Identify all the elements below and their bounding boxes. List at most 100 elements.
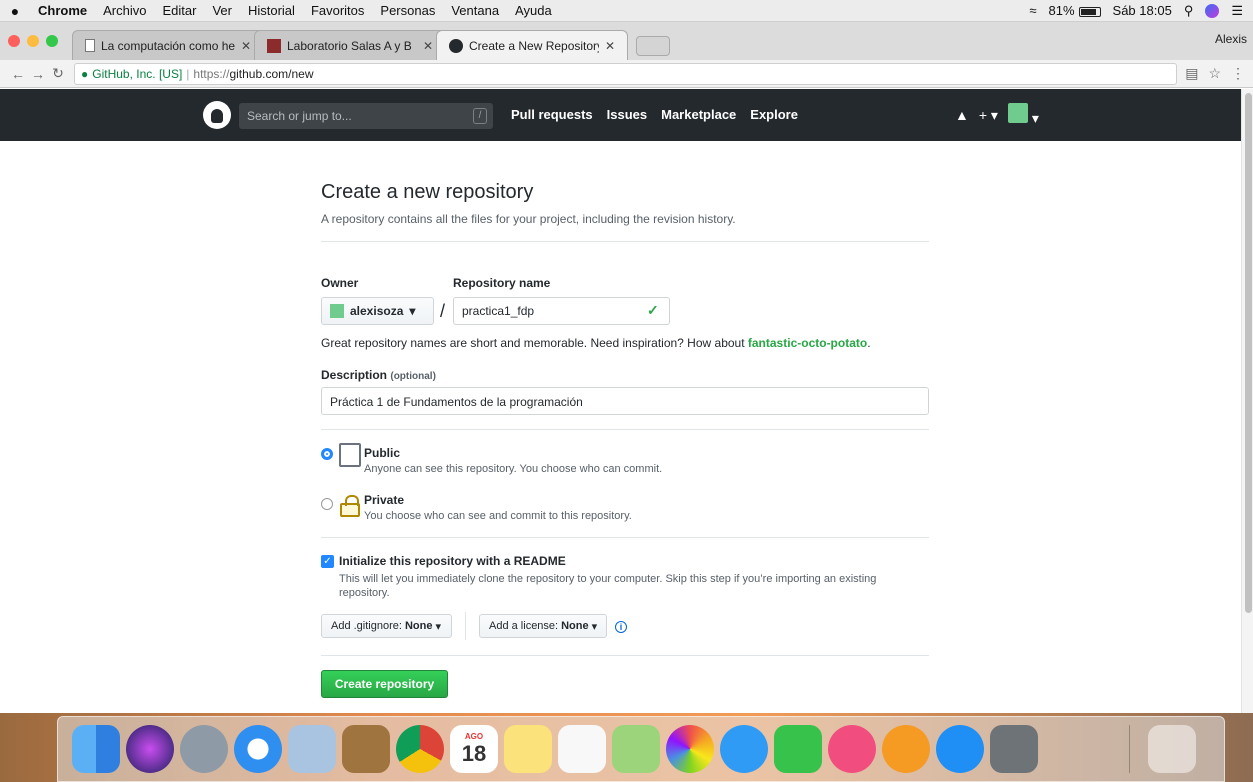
siri-icon[interactable] — [126, 725, 174, 773]
launchpad-icon[interactable] — [180, 725, 228, 773]
reload-icon[interactable]: ↻ — [48, 65, 68, 82]
menu-app-name[interactable]: Chrome — [30, 3, 95, 18]
menu-ayuda[interactable]: Ayuda — [507, 3, 560, 18]
page-scrollbar[interactable] — [1241, 89, 1253, 713]
close-tab-icon[interactable]: ✕ — [241, 39, 251, 53]
search-input[interactable]: Search or jump to... / — [239, 103, 493, 129]
clock[interactable]: Sáb 18:05 — [1113, 3, 1172, 18]
reminders-icon[interactable] — [558, 725, 606, 773]
zoom-window-icon[interactable] — [46, 35, 58, 47]
menu-favoritos[interactable]: Favoritos — [303, 3, 372, 18]
calendar-icon[interactable]: AGO 18 — [450, 725, 498, 773]
page-title: Create a new repository — [321, 181, 534, 203]
repository-name-input[interactable]: practica1_fdp — [453, 297, 670, 325]
ibooks-icon[interactable] — [882, 725, 930, 773]
close-window-icon[interactable] — [8, 35, 20, 47]
close-tab-icon[interactable]: ✕ — [423, 39, 433, 53]
nav-pull-requests[interactable]: Pull requests — [511, 107, 593, 122]
profile-name[interactable]: Alexis — [1215, 32, 1247, 46]
private-radio[interactable] — [321, 498, 333, 510]
description-input[interactable]: Práctica 1 de Fundamentos de la programa… — [321, 387, 929, 415]
create-repository-button[interactable]: Create repository — [321, 670, 448, 698]
description-optional: (optional) — [390, 371, 436, 382]
photos-icon[interactable] — [666, 725, 714, 773]
readme-title: Initialize this repository with a README — [339, 554, 566, 568]
divider — [465, 612, 466, 640]
bookmark-star-icon[interactable]: ☆ — [1208, 65, 1221, 82]
spotlight-search-icon[interactable]: ⚲ — [1184, 3, 1194, 19]
owner-label: Owner — [321, 276, 359, 290]
tab-laboratorio[interactable]: Laboratorio Salas A y B ✕ — [254, 30, 446, 60]
calendar-day: 18 — [461, 740, 487, 766]
notes-icon[interactable] — [504, 725, 552, 773]
close-tab-icon[interactable]: ✕ — [605, 39, 615, 53]
github-nav: Pull requests Issues Marketplace Explore — [511, 107, 798, 122]
github-favicon-icon — [449, 38, 463, 53]
chrome-icon[interactable] — [396, 725, 444, 773]
public-radio[interactable] — [321, 448, 333, 460]
app-store-icon[interactable] — [936, 725, 984, 773]
messages-icon[interactable] — [720, 725, 768, 773]
safari-icon[interactable] — [234, 725, 282, 773]
divider — [321, 655, 929, 656]
chrome-menu-icon[interactable]: ⋮ — [1231, 65, 1245, 82]
trash-icon[interactable] — [1148, 725, 1196, 773]
divider — [321, 241, 929, 242]
system-preferences-icon[interactable] — [990, 725, 1038, 773]
readme-checkbox[interactable]: ✓ — [321, 555, 334, 568]
address-bar[interactable]: ● GitHub, Inc. [US] | https://github.com… — [74, 62, 1178, 85]
github-header-actions: ▲ + ▾ ▾ — [955, 103, 1039, 127]
license-select[interactable]: Add a license: None ▾ — [479, 614, 607, 638]
battery-status[interactable]: 81% — [1049, 3, 1101, 18]
gitignore-select[interactable]: Add .gitignore: None ▾ — [321, 614, 452, 638]
wifi-icon[interactable]: ≈ — [1029, 3, 1036, 18]
nav-marketplace[interactable]: Marketplace — [661, 107, 736, 122]
bell-icon[interactable]: ▲ — [955, 107, 969, 123]
plus-dropdown-icon[interactable]: + ▾ — [979, 107, 998, 124]
apple-menu-icon[interactable]: ● — [0, 3, 30, 19]
translate-icon[interactable]: ▤ — [1185, 65, 1198, 82]
name-suggestion[interactable]: fantastic-octo-potato — [748, 336, 867, 350]
notebook-icon[interactable] — [342, 725, 390, 773]
menu-ventana[interactable]: Ventana — [443, 3, 507, 18]
finder-icon[interactable] — [72, 725, 120, 773]
maps-icon[interactable] — [612, 725, 660, 773]
nav-issues[interactable]: Issues — [607, 107, 647, 122]
forward-arrow-icon[interactable]: → — [28, 66, 48, 82]
page-subtitle: A repository contains all the files for … — [321, 212, 736, 226]
dock-separator — [1129, 725, 1130, 773]
description-label: Description (optional) — [321, 368, 436, 382]
lock-icon — [340, 495, 360, 517]
mail-icon[interactable] — [288, 725, 336, 773]
info-icon[interactable]: i — [615, 621, 627, 633]
facetime-icon[interactable] — [774, 725, 822, 773]
tab-create-repository[interactable]: Create a New Repository ✕ — [436, 30, 628, 60]
scrollbar-thumb[interactable] — [1245, 93, 1252, 613]
tab-computacion[interactable]: La computación como herrami ✕ — [72, 30, 264, 60]
readme-description: This will let you immediately clone the … — [339, 573, 877, 599]
chevron-down-icon: ▾ — [591, 620, 598, 633]
search-placeholder: Search or jump to... — [247, 109, 352, 123]
notification-center-icon[interactable]: ☰ — [1231, 3, 1243, 19]
back-arrow-icon[interactable]: ← — [8, 66, 28, 82]
github-logo-icon[interactable] — [203, 101, 231, 129]
menu-ver[interactable]: Ver — [204, 3, 240, 18]
owner-value: alexisoza — [350, 304, 404, 318]
user-menu[interactable]: ▾ — [1007, 103, 1039, 127]
menu-archivo[interactable]: Archivo — [95, 3, 154, 18]
menu-personas[interactable]: Personas — [372, 3, 443, 18]
lock-icon: ● — [81, 66, 89, 81]
minimize-window-icon[interactable] — [27, 35, 39, 47]
hint-suffix: . — [867, 336, 871, 350]
new-tab-button[interactable] — [636, 36, 670, 56]
repo-icon — [339, 443, 361, 467]
menu-editar[interactable]: Editar — [154, 3, 204, 18]
itunes-icon[interactable] — [828, 725, 876, 773]
menu-historial[interactable]: Historial — [240, 3, 303, 18]
tab-title: La computación como herrami — [101, 38, 235, 53]
nav-explore[interactable]: Explore — [750, 107, 798, 122]
siri-icon[interactable] — [1205, 3, 1220, 18]
owner-select[interactable]: alexisoza ▾ — [321, 297, 434, 325]
check-icon: ✓ — [647, 302, 659, 318]
public-title: Public — [364, 446, 401, 460]
